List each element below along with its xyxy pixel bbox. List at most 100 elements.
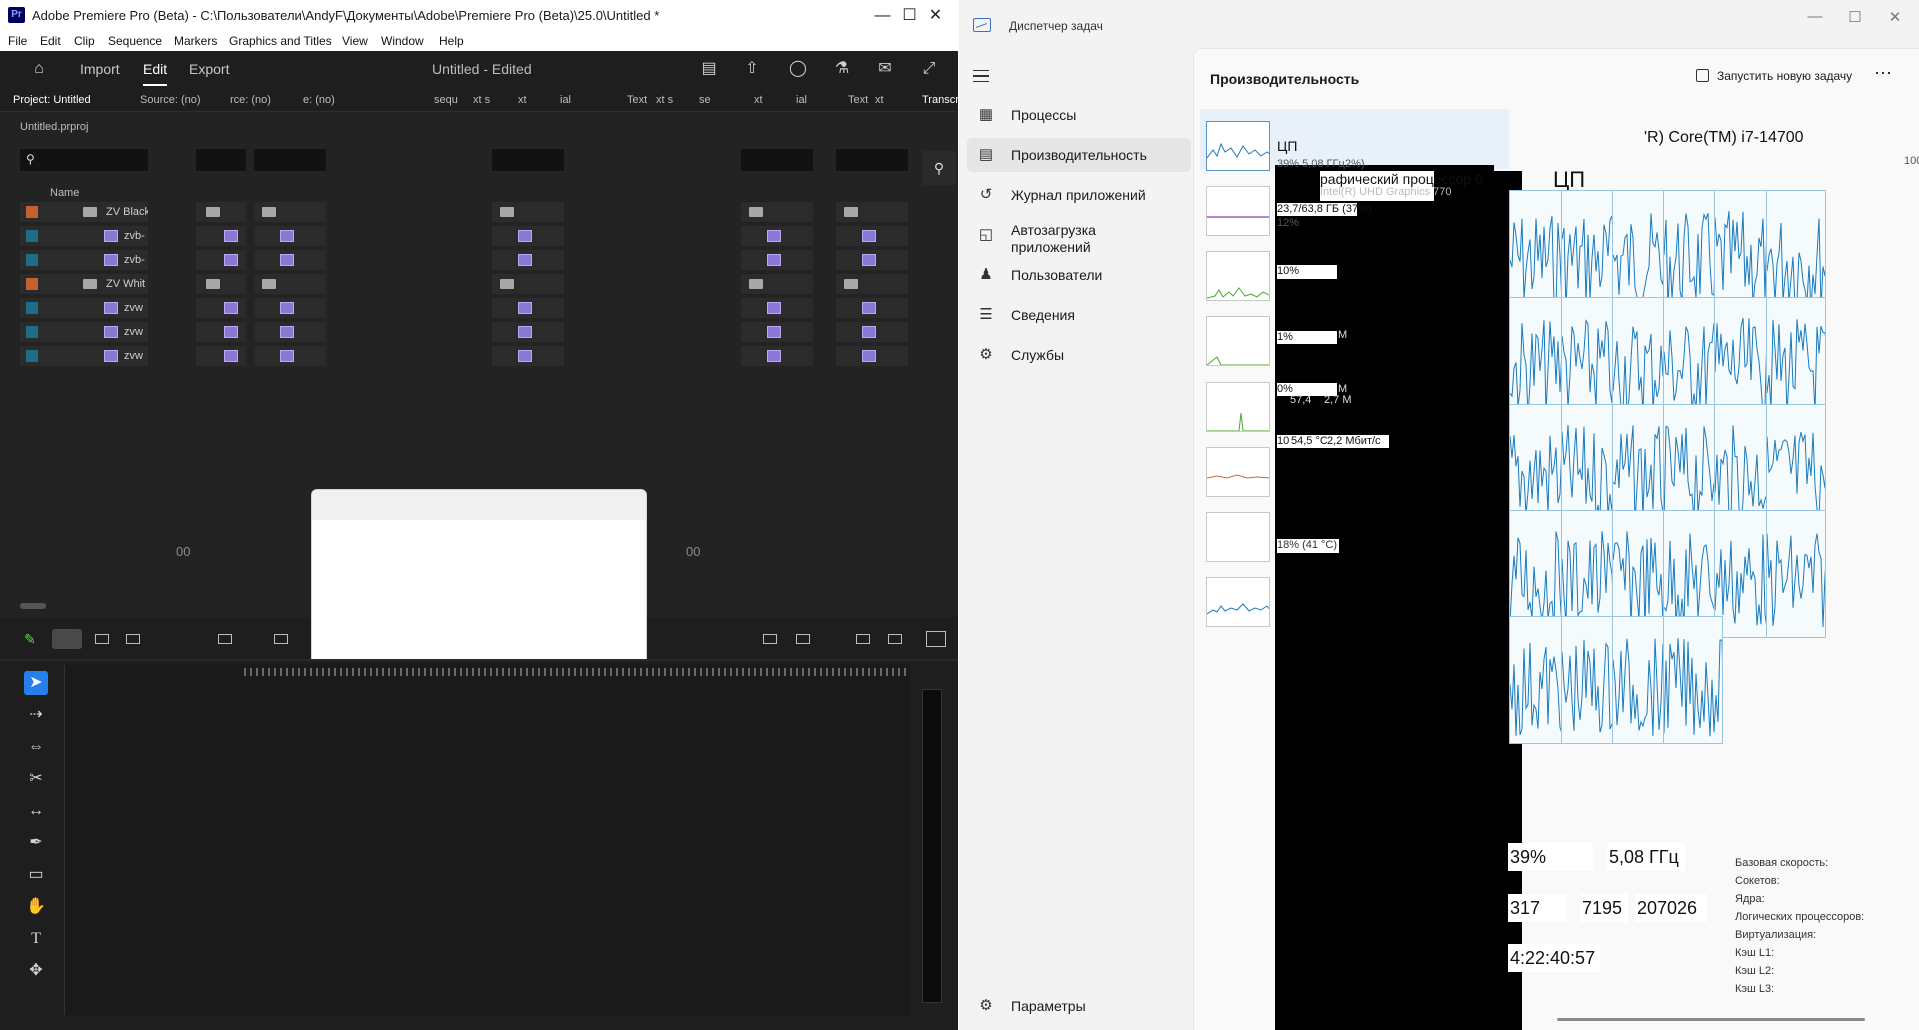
nav-details[interactable]: ☰ Сведения xyxy=(967,298,1191,332)
list-item[interactable]: zvw xyxy=(20,322,148,342)
nav-processes[interactable]: ▦ Процессы xyxy=(967,98,1191,132)
sequence-panel[interactable] xyxy=(64,665,910,1015)
tab-editorial[interactable]: ial xyxy=(560,94,571,106)
close-icon[interactable]: ✕ xyxy=(1875,8,1915,32)
ripple-edit-tool-icon[interactable]: ⇔ xyxy=(24,735,48,759)
new-item-icon[interactable] xyxy=(926,631,946,647)
cpu-thumbnail[interactable] xyxy=(1206,121,1270,171)
fullscreen-icon[interactable]: ⤢ xyxy=(920,60,938,78)
tab-sequence[interactable]: sequ xyxy=(434,94,458,106)
pencil-icon[interactable]: ✎ xyxy=(24,631,36,648)
tab-text-2[interactable]: xt xyxy=(518,94,527,106)
remix-tool-icon[interactable]: ✥ xyxy=(24,959,48,983)
tab-editorial-2[interactable]: ial xyxy=(796,94,807,106)
home-icon[interactable]: ⌂ xyxy=(30,60,48,78)
nav-performance[interactable]: ▤ Производительность xyxy=(967,138,1191,172)
tab-text-4[interactable]: xt s xyxy=(656,94,673,106)
tab-source-2[interactable]: rce: (no) xyxy=(230,94,271,106)
core-graph xyxy=(1663,616,1723,744)
list-item[interactable]: zvw xyxy=(20,298,148,318)
tab-transcript[interactable]: Transcr xyxy=(922,94,958,106)
more-options-icon[interactable]: ⋯ xyxy=(1874,63,1893,84)
nav-app-history[interactable]: ↺ Журнал приложений xyxy=(967,178,1191,212)
menu-edit[interactable]: Edit xyxy=(40,34,61,48)
tab-text-7[interactable]: xt xyxy=(875,94,884,106)
tab-text-5[interactable]: xt xyxy=(754,94,763,106)
type-tool-icon[interactable]: T xyxy=(24,927,48,951)
tab-project[interactable]: Project: Untitled xyxy=(13,94,91,106)
tab-source-3[interactable]: e: (no) xyxy=(303,94,335,106)
tab-edit[interactable]: Edit xyxy=(143,61,168,86)
ghost-row xyxy=(254,322,326,342)
menu-sequence[interactable]: Sequence xyxy=(108,34,162,48)
freeform-view-icon[interactable] xyxy=(888,634,902,644)
icon-view-icon[interactable] xyxy=(763,634,777,644)
list-item[interactable]: ZV Black xyxy=(20,202,148,222)
menu-file[interactable]: File xyxy=(8,34,27,48)
timeline-ruler[interactable] xyxy=(65,665,911,679)
users-icon: ♟ xyxy=(979,266,993,283)
audio-meter xyxy=(922,689,942,1003)
menu-graphics-and-titles[interactable]: Graphics and Titles xyxy=(229,34,332,48)
selection-tool-icon[interactable]: ➤ xyxy=(24,671,48,695)
menu-window[interactable]: Window xyxy=(381,34,424,48)
ghost-row xyxy=(254,298,326,318)
minimize-icon[interactable]: — xyxy=(1795,8,1835,32)
menu-view[interactable]: View xyxy=(342,34,368,48)
slip-tool-icon[interactable]: ↔ xyxy=(24,799,48,823)
share-icon[interactable]: ⇧ xyxy=(743,60,761,78)
icon-view-icon[interactable] xyxy=(95,634,109,644)
menu-clip[interactable]: Clip xyxy=(74,34,95,48)
tab-export[interactable]: Export xyxy=(189,61,229,77)
run-new-task-button[interactable]: Запустить новую задачу xyxy=(1696,69,1852,83)
stat-label-logical-processors: Логических процессоров: xyxy=(1735,911,1865,923)
disk2-thumbnail[interactable] xyxy=(1206,382,1270,432)
icon-view-icon[interactable] xyxy=(274,634,288,644)
wifi-thumbnail[interactable] xyxy=(1206,512,1270,562)
tab-text-3[interactable]: Text xyxy=(627,94,647,106)
icon-view-icon[interactable] xyxy=(218,634,232,644)
close-icon[interactable]: ✕ xyxy=(913,0,958,31)
tab-source[interactable]: Source: (no) xyxy=(140,94,201,106)
nav-settings[interactable]: ⚙ Параметры xyxy=(967,989,1191,1023)
project-search-input[interactable]: ⚲ xyxy=(20,149,148,171)
column-header-name[interactable]: Name xyxy=(50,187,79,199)
nav-label: Сведения xyxy=(1011,307,1075,323)
list-item[interactable]: zvb- xyxy=(20,226,148,246)
list-item[interactable]: zvb- xyxy=(20,250,148,270)
pen-tool-icon[interactable]: ✒ xyxy=(24,831,48,855)
menu-markers[interactable]: Markers xyxy=(174,34,217,48)
tab-text-1[interactable]: xt s xyxy=(473,94,490,106)
hamburger-menu-icon[interactable] xyxy=(973,70,989,82)
disk1-thumbnail[interactable] xyxy=(1206,316,1270,366)
rectangle-tool-icon[interactable]: ▭ xyxy=(24,863,48,887)
maximize-icon[interactable]: ☐ xyxy=(1835,8,1875,32)
ethernet-thumbnail[interactable] xyxy=(1206,447,1270,497)
tab-text-6[interactable]: Text xyxy=(848,94,868,106)
razor-tool-icon[interactable]: ✂ xyxy=(24,767,48,791)
nav-users[interactable]: ♟ Пользователи xyxy=(967,258,1191,292)
workspaces-icon[interactable]: ▤ xyxy=(700,60,718,78)
progress-icon[interactable]: ◯ xyxy=(789,60,807,78)
nav-services[interactable]: ⚙ Службы xyxy=(967,338,1191,372)
list-item[interactable]: ZV Whit xyxy=(20,274,148,294)
gpu-thumbnail[interactable] xyxy=(1206,577,1270,627)
track-select-tool-icon[interactable]: ⇢ xyxy=(24,703,48,727)
freeform-view-icon[interactable] xyxy=(796,634,810,644)
hand-tool-icon[interactable]: ✋ xyxy=(24,895,48,919)
tab-import[interactable]: Import xyxy=(80,61,120,77)
core-usage-line xyxy=(1767,533,1825,628)
horizontal-scrollbar[interactable] xyxy=(1557,1018,1865,1021)
freeform-view-icon[interactable] xyxy=(126,634,140,644)
list-view-button[interactable] xyxy=(52,629,82,649)
zoom-scrollbar[interactable] xyxy=(20,603,46,609)
feedback-icon[interactable]: ✉ xyxy=(876,60,894,78)
icon-view-icon[interactable] xyxy=(856,634,870,644)
list-item[interactable]: zvw xyxy=(20,346,148,366)
beta-flask-icon[interactable]: ⚗ xyxy=(833,60,851,78)
memory-thumbnail[interactable] xyxy=(1206,186,1270,236)
menu-help[interactable]: Help xyxy=(439,34,464,48)
search-icon[interactable]: ⚲ xyxy=(922,151,956,185)
tab-se[interactable]: se xyxy=(699,94,711,106)
disk0-thumbnail[interactable] xyxy=(1206,251,1270,301)
